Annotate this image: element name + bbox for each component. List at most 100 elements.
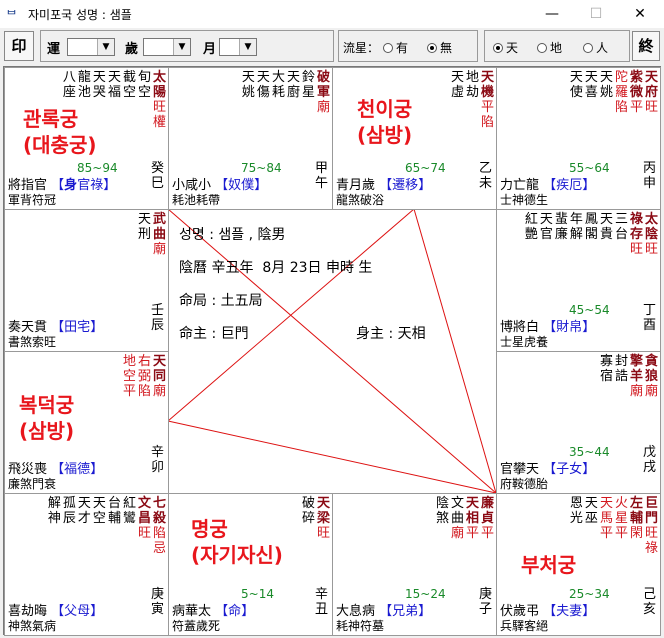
star-char: 弼 <box>137 369 151 384</box>
star-char: 座 <box>62 85 76 100</box>
branch-char: 辰 <box>150 318 164 333</box>
palace-cell-mao[interactable]: 地空平右弼陷天同廟辛卯飛災喪 【福德】 廉煞門衰 복덕궁 (삼방) <box>4 351 169 494</box>
star-char: 煞 <box>435 511 449 526</box>
star-char: 微 <box>629 85 643 100</box>
star-char: 天 <box>584 496 598 511</box>
month-select[interactable]: ▼ <box>219 38 257 56</box>
seal-button[interactable]: 印 <box>4 31 34 61</box>
branch-char: 寅 <box>150 602 164 617</box>
palace-cell-wu[interactable]: 天姚天傷大耗天廚鈴星破軍廟 75~84 甲午小咸小 【奴僕】 耗池耗帶 <box>168 67 333 210</box>
star-char: 姚 <box>599 85 613 100</box>
star-columns: 寡宿封誥擎羊廟貪狼廟 <box>600 354 658 399</box>
luck-label: 運 <box>47 42 61 57</box>
palace-annotation: 관록궁 (대충궁) <box>23 106 96 158</box>
palace-sub-line: 耗神符墓 <box>336 619 385 633</box>
minor-star: 年解 <box>570 212 583 257</box>
star-columns: 地空平右弼陷天同廟 <box>123 354 166 399</box>
flow-yes-radio[interactable]: 有 <box>383 39 408 56</box>
star-char: 天 <box>92 496 106 511</box>
star-columns: 解神孤辰天才天空台輔紅鸞文昌旺七殺陷忌 <box>48 496 166 556</box>
star-char: 羊 <box>629 369 643 384</box>
star-char: 輔 <box>629 511 643 526</box>
palace-cell-hai[interactable]: 恩光天巫天馬平火星平左輔閑巨門旺祿 25~34 己亥伏歲弔 【夫妻】 兵驛客絕 부처궁 <box>496 493 661 636</box>
stem-char: 庚 <box>478 587 492 602</box>
star-char: 劫 <box>465 85 479 100</box>
palace-cell-yin[interactable]: 解神孤辰天才天空台輔紅鸞文昌旺七殺陷忌庚寅喜劫晦 【父母】 神煞氣病 <box>4 493 169 636</box>
star-char: 光 <box>569 511 583 526</box>
star-columns: 天刑武曲廟 <box>138 212 166 257</box>
stem-char: 辛 <box>314 587 328 602</box>
palace-cell-zi[interactable]: 陰煞文曲廟天相平廉貞平 15~24 庚子大息病 【兄弟】 耗神符墓 <box>332 493 497 636</box>
month-label: 月 <box>203 42 217 57</box>
star-char: 封 <box>614 354 628 369</box>
star-char: 解 <box>569 227 583 242</box>
star-brightness: 平 <box>480 100 494 115</box>
minimize-button[interactable]: — <box>530 2 574 26</box>
major-star: 天同廟 <box>153 354 166 399</box>
radio-icon <box>583 43 593 53</box>
star-columns: 陰煞文曲廟天相平廉貞平 <box>436 496 494 541</box>
center-info: 성명 : 샘플 , 陰男 陰曆 辛丑年 8月 23日 申時 生 命局 : 土五局… <box>171 210 497 495</box>
stem-branch: 辛卯 <box>151 445 164 475</box>
palace-cell-chen[interactable]: 天刑武曲廟壬辰奏天貫 【田宅】 書煞索旺 <box>4 209 169 352</box>
star-char: 三 <box>614 212 628 227</box>
center-ming-zhu: 命主 : 巨門 <box>179 326 249 342</box>
star-brightness: 廟 <box>450 526 464 541</box>
major-star: 巨門旺祿 <box>645 496 658 556</box>
flow-no-radio[interactable]: 無 <box>427 39 452 56</box>
maximize-button[interactable]: ☐ <box>574 2 618 26</box>
year-select[interactable]: ▼ <box>143 38 191 56</box>
star-char: 曲 <box>450 511 464 526</box>
annotation-line: 천이궁 <box>357 97 413 121</box>
major-star: 天相平 <box>466 496 479 541</box>
view-heaven-radio[interactable]: 天 <box>493 39 518 56</box>
palace-cell-you[interactable]: 紅艷天官蜚廉年解鳳閣天貴三台祿存旺太陰旺 45~54 丁酉博將白 【財帛】 士星虎養 <box>496 209 661 352</box>
star-char: 貴 <box>599 227 613 242</box>
star-brightness: 陷 <box>152 526 166 541</box>
palace-label: 夫妻 <box>556 604 583 619</box>
major-star: 天機平陷 <box>481 70 494 130</box>
close-button[interactable]: ✕ <box>618 2 662 26</box>
radio-icon <box>383 43 393 53</box>
palace-bracket: 】 <box>582 178 596 193</box>
minor-star: 破碎 <box>302 496 315 541</box>
palace-cell-si[interactable]: 八座龍池天哭天福截空旬空太陽旺權 85~94 癸巳將指官 【身官祿】 軍背符冠 관록궁(… <box>4 67 169 210</box>
star-char: 天 <box>152 354 166 369</box>
star-char: 星 <box>614 511 628 526</box>
annotation-line: 관록궁 <box>23 107 79 131</box>
major-star: 天梁旺 <box>317 496 330 541</box>
minor-star: 天傷 <box>257 70 270 115</box>
palace-cell-wei[interactable]: 天虛地劫天機平陷 65~74 乙未青月歲 【遷移】 龍煞破浴 천이궁 (삼방) <box>332 67 497 210</box>
view-earth-radio[interactable]: 地 <box>537 39 562 56</box>
end-button[interactable]: 終 <box>632 31 660 61</box>
chart-board: 성명 : 샘플 , 陰男 陰曆 辛丑年 8月 23日 申時 生 命局 : 土五局… <box>3 66 661 636</box>
star-brightness: 旺 <box>629 242 643 257</box>
luck-select[interactable]: ▼ <box>67 38 115 56</box>
major-star: 左輔閑 <box>630 496 643 556</box>
minor-star: 大耗 <box>272 70 285 115</box>
palace-sub-line: 神煞氣病 <box>8 619 57 633</box>
palace-cell-chou[interactable]: 破碎天梁旺 5~14 辛丑病華太 【命】 符蓋歲死 명궁 (자기자신) <box>168 493 333 636</box>
star-brightness: 廟 <box>316 100 330 115</box>
star-char: 傷 <box>256 85 270 100</box>
center-name: 성명 : 샘플 , 陰男 <box>179 227 286 243</box>
star-char: 誥 <box>614 369 628 384</box>
palace-label: 奴僕 <box>228 178 255 193</box>
palace-cell-shen[interactable]: 天使天喜天姚陀羅陷紫微平天府旺 55~64 丙申力亡龍 【疾厄】 士神德生 <box>496 67 661 210</box>
view-person-radio[interactable]: 人 <box>583 39 608 56</box>
star-char: 廉 <box>480 496 494 511</box>
minor-star: 台輔 <box>108 496 121 556</box>
star-char: 天 <box>599 212 613 227</box>
palace-label: 官祿 <box>77 178 104 193</box>
star-char: 天 <box>644 70 658 85</box>
age-range: 85~94 <box>77 161 118 175</box>
star-char: 紅 <box>524 212 538 227</box>
star-char: 祿 <box>629 212 643 227</box>
minor-star: 天馬平 <box>600 496 613 556</box>
palace-label: 財帛 <box>556 320 583 335</box>
stem-char: 壬 <box>150 303 164 318</box>
palace-label: 父母 <box>64 604 91 619</box>
palace-sub-line: 兵驛客絕 <box>500 619 549 633</box>
palace-cell-xu[interactable]: 寡宿封誥擎羊廟貪狼廟 35~44 戊戌官攀天 【子女】 府鞍德胎 <box>496 351 661 494</box>
palace-sub-line: 士星虎養 <box>500 335 549 349</box>
